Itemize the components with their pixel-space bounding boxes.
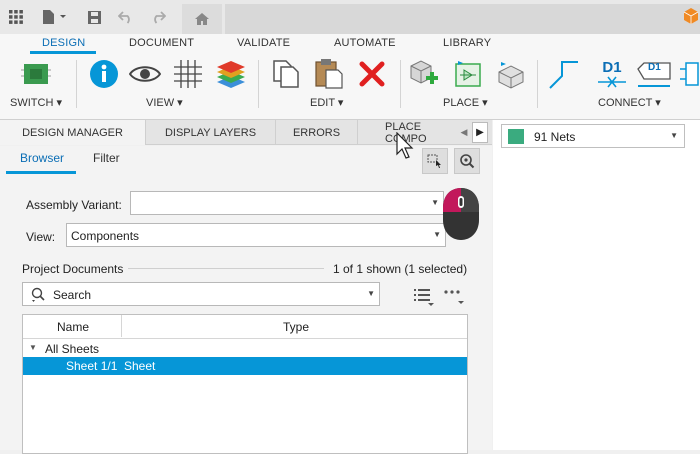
connector-icon[interactable] xyxy=(680,58,700,90)
tab-errors[interactable]: ERRORS xyxy=(276,120,358,145)
home-tab[interactable] xyxy=(182,4,222,34)
project-documents-count: 1 of 1 shown (1 selected) xyxy=(333,262,468,276)
nets-dropdown-value: 91 Nets xyxy=(534,130,576,144)
switch-board-icon[interactable] xyxy=(20,58,52,90)
table-row[interactable]: Sheet 1/1 Sheet xyxy=(23,357,467,375)
tab-library[interactable]: LIBRARY xyxy=(443,37,491,49)
group-switch-label[interactable]: SWITCH ▾ xyxy=(10,96,62,109)
tab-automate[interactable]: AUTOMATE xyxy=(334,37,396,49)
undo-icon[interactable] xyxy=(116,7,136,27)
ribbon-separator xyxy=(537,60,538,108)
column-header-name[interactable]: Name xyxy=(57,320,89,334)
group-connect-label[interactable]: CONNECT ▾ xyxy=(598,96,661,109)
view-select[interactable]: Components ▼ xyxy=(66,223,446,247)
list-icon xyxy=(414,289,434,306)
net-color-swatch xyxy=(508,129,524,144)
place-3d-package-icon[interactable] xyxy=(495,58,527,90)
file-menu-icon[interactable] xyxy=(38,7,70,27)
column-divider[interactable] xyxy=(121,315,122,337)
copy-icon[interactable] xyxy=(270,58,302,90)
select-area-icon xyxy=(427,154,441,168)
wire-cross-icon xyxy=(598,76,626,88)
active-subtab-underline xyxy=(6,171,76,174)
section-divider xyxy=(128,268,324,269)
ribbon-separator xyxy=(258,60,259,108)
ribbon: DESIGN DOCUMENT VALIDATE AUTOMATE LIBRAR… xyxy=(0,34,700,120)
search-icon xyxy=(31,287,45,302)
paste-icon[interactable] xyxy=(312,58,344,90)
tab-scroll-left-icon[interactable]: ◀ xyxy=(458,124,470,141)
title-bar xyxy=(0,0,700,34)
list-options-button[interactable] xyxy=(412,286,436,306)
chevron-down-icon: ▼ xyxy=(367,289,375,298)
profile-cube-icon[interactable] xyxy=(682,6,700,26)
zoom-to-selection-button[interactable] xyxy=(454,148,480,174)
group-view-label[interactable]: VIEW ▾ xyxy=(146,96,183,109)
more-options-button[interactable] xyxy=(442,286,466,306)
tab-document[interactable]: DOCUMENT xyxy=(129,37,194,49)
mouse-cursor-icon xyxy=(396,131,414,160)
select-tool-button[interactable] xyxy=(422,148,448,174)
row-name: Sheet 1/1 xyxy=(66,359,118,373)
column-header-type[interactable]: Type xyxy=(283,320,309,334)
ribbon-separator xyxy=(400,60,401,108)
mouse-hint-icon xyxy=(441,186,481,242)
tab-display-layers[interactable]: DISPLAY LAYERS xyxy=(146,120,276,145)
design-manager-panel: Browser Filter Assembly Variant: ▼ View:… xyxy=(0,146,492,454)
tab-validate[interactable]: VALIDATE xyxy=(237,37,290,49)
tab-design-manager[interactable]: DESIGN MANAGER xyxy=(0,120,146,145)
route-wire-icon[interactable] xyxy=(548,58,580,90)
tab-scroll-right-icon[interactable]: ▶ xyxy=(472,122,488,143)
value-label-icon[interactable]: D1 xyxy=(636,58,672,90)
chevron-down-icon: ▼ xyxy=(670,131,678,140)
redo-icon[interactable] xyxy=(148,7,168,27)
search-input[interactable]: Search ▼ xyxy=(22,282,380,306)
nets-dropdown[interactable]: 91 Nets ▼ xyxy=(501,124,685,148)
chevron-down-icon: ▼ xyxy=(433,230,441,239)
panel-tab-bar: DESIGN MANAGER DISPLAY LAYERS ERRORS PLA… xyxy=(0,120,492,145)
search-placeholder: Search xyxy=(53,288,92,302)
tab-design[interactable]: DESIGN xyxy=(42,37,85,49)
active-tab-underline xyxy=(30,51,96,54)
view-label: View: xyxy=(26,230,56,244)
subtab-browser[interactable]: Browser xyxy=(20,151,64,165)
info-icon[interactable] xyxy=(88,58,120,90)
row-type: Sheet xyxy=(124,359,156,373)
assembly-variant-label: Assembly Variant: xyxy=(26,198,122,212)
place-component-icon[interactable] xyxy=(408,58,440,90)
layers-icon[interactable] xyxy=(215,58,247,90)
group-label: All Sheets xyxy=(45,342,100,356)
table-header: Name Type xyxy=(23,315,467,339)
ribbon-separator xyxy=(76,60,77,108)
name-label-icon[interactable]: D1 xyxy=(592,58,632,90)
magnifier-icon xyxy=(460,154,475,169)
grid-icon[interactable] xyxy=(172,58,204,90)
subtab-filter[interactable]: Filter xyxy=(93,151,120,165)
group-place-label[interactable]: PLACE ▾ xyxy=(443,96,488,109)
home-icon xyxy=(195,13,209,25)
app-grid-icon[interactable] xyxy=(6,7,26,27)
chevron-down-icon: ▼ xyxy=(431,198,439,207)
document-tab-strip xyxy=(225,4,700,34)
net-panel: 91 Nets ▼ xyxy=(493,120,700,450)
documents-table: Name Type ▼ All Sheets Sheet 1/1 Sheet xyxy=(22,314,468,454)
name-label-text: D1 xyxy=(602,59,622,76)
group-edit-label[interactable]: EDIT ▾ xyxy=(310,96,343,109)
more-dots-icon xyxy=(444,290,464,304)
visibility-eye-icon[interactable] xyxy=(129,58,161,90)
collapse-triangle-icon[interactable]: ▼ xyxy=(29,343,37,352)
tree-group-row[interactable]: ▼ All Sheets xyxy=(23,340,467,358)
assembly-variant-select[interactable]: ▼ xyxy=(130,191,444,215)
value-label-text: D1 xyxy=(648,62,661,73)
view-value: Components xyxy=(71,229,140,243)
place-part-icon[interactable] xyxy=(452,58,484,90)
project-documents-label: Project Documents xyxy=(22,262,124,276)
save-icon[interactable] xyxy=(84,7,104,27)
delete-icon[interactable] xyxy=(356,58,388,90)
